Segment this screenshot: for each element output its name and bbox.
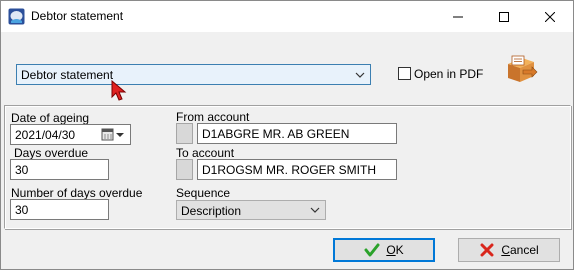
- checkmark-icon: [364, 243, 380, 257]
- chevron-down-icon: [355, 72, 365, 78]
- debtor-statement-window: Debtor statement Debtor statement Open i…: [0, 0, 574, 270]
- sequence-label: Sequence: [176, 186, 231, 200]
- open-in-pdf-checkbox[interactable]: [398, 67, 411, 80]
- from-account-label: From account: [176, 110, 250, 124]
- from-account-value: D1ABGRE MR. AB GREEN: [202, 127, 350, 141]
- from-account-lookup-button[interactable]: [176, 123, 193, 144]
- number-of-days-overdue-value: 30: [15, 203, 29, 217]
- mouse-cursor-icon: [111, 80, 127, 101]
- ok-button[interactable]: OK: [333, 238, 435, 262]
- to-account-label: To account: [176, 146, 235, 160]
- title-bar: Debtor statement: [1, 1, 573, 32]
- number-of-days-overdue-label: Number of days overdue: [11, 186, 143, 200]
- window-title: Debtor statement: [31, 9, 124, 23]
- cancel-x-icon: [480, 243, 494, 257]
- minimize-icon: [453, 16, 463, 17]
- date-of-ageing-picker[interactable]: 2021/04/30: [10, 124, 131, 145]
- report-options-panel: Debtor statement Open in PDF: [1, 32, 573, 104]
- export-icon[interactable]: [504, 52, 538, 86]
- maximize-button[interactable]: [481, 1, 527, 32]
- cancel-button[interactable]: Cancel: [458, 238, 560, 262]
- sequence-dropdown[interactable]: Description: [176, 200, 326, 220]
- open-in-pdf-label[interactable]: Open in PDF: [414, 67, 483, 81]
- close-button[interactable]: [527, 1, 573, 32]
- statement-parameters-group: Date of ageing 2021/04/30 Days overdue 3…: [4, 105, 571, 229]
- to-account-value: D1ROGSM MR. ROGER SMITH: [202, 163, 377, 177]
- app-icon: [8, 8, 25, 25]
- to-account-input[interactable]: D1ROGSM MR. ROGER SMITH: [197, 159, 397, 180]
- date-of-ageing-label: Date of ageing: [11, 111, 90, 125]
- ok-button-label: OK: [386, 243, 404, 257]
- days-overdue-value: 30: [15, 163, 29, 177]
- minimize-button[interactable]: [435, 1, 481, 32]
- number-of-days-overdue-input[interactable]: 30: [10, 199, 109, 220]
- close-icon: [545, 11, 555, 22]
- date-of-ageing-value: 2021/04/30: [15, 128, 76, 142]
- report-select[interactable]: Debtor statement: [16, 64, 371, 85]
- from-account-input[interactable]: D1ABGRE MR. AB GREEN: [197, 123, 397, 144]
- days-overdue-label: Days overdue: [14, 146, 89, 160]
- report-select-value: Debtor statement: [21, 68, 114, 82]
- maximize-icon: [499, 11, 509, 22]
- calendar-dropdown-icon[interactable]: [101, 128, 127, 141]
- sequence-value: Description: [181, 204, 242, 218]
- chevron-down-icon: [310, 207, 320, 213]
- days-overdue-input[interactable]: 30: [10, 159, 109, 180]
- to-account-lookup-button[interactable]: [176, 159, 193, 180]
- cancel-button-label: Cancel: [501, 243, 539, 257]
